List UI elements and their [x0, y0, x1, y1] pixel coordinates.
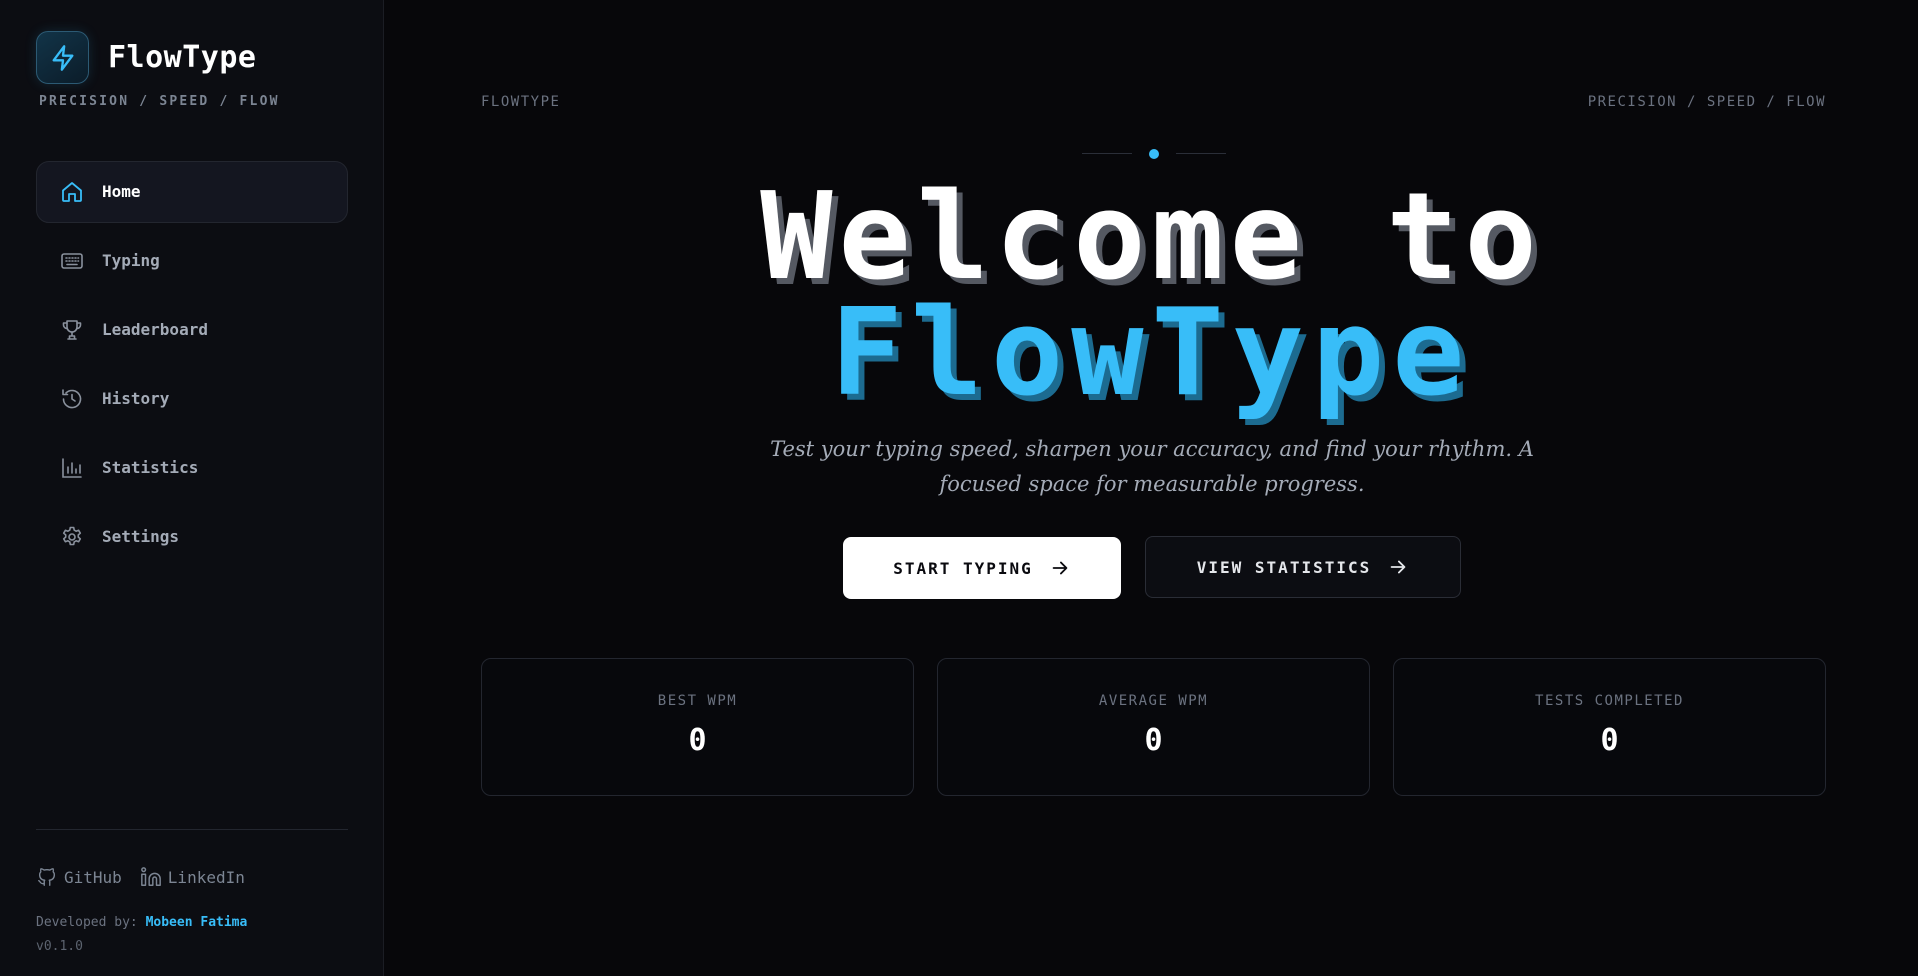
hero-title-line1: Welcome to: [760, 168, 1543, 307]
view-statistics-label: VIEW STATISTICS: [1196, 557, 1372, 577]
sidebar-item-label: Home: [102, 182, 141, 201]
linkedin-label: LinkedIn: [167, 867, 245, 887]
stat-card-tests-completed: TESTS COMPLETED 0: [1393, 658, 1826, 796]
sidebar-item-label: Settings: [102, 527, 180, 546]
stat-value: 0: [1600, 723, 1619, 758]
hero-ornament: [1082, 147, 1229, 161]
sidebar-item-settings[interactable]: Settings: [36, 506, 348, 568]
sidebar-nav: Home Typing Leaderboard History Statisti…: [36, 161, 348, 575]
top-left-label: FLOWTYPE: [481, 94, 561, 110]
github-icon: [38, 868, 56, 886]
hero-title-line2: FlowType: [830, 284, 1473, 423]
stat-card-best-wpm: BEST WPM 0: [481, 658, 914, 796]
github-link[interactable]: GitHub: [36, 866, 122, 888]
linkedin-link[interactable]: LinkedIn: [140, 866, 245, 888]
developer-prefix: Developed by:: [36, 915, 138, 930]
start-typing-button[interactable]: START TYPING: [843, 537, 1121, 599]
linkedin-icon: [140, 867, 161, 886]
arrow-right-icon: [1052, 561, 1068, 575]
stat-card-average-wpm: AVERAGE WPM 0: [937, 658, 1370, 796]
app-version: v0.1.0: [36, 939, 83, 954]
hero-subtitle: Test your typing speed, sharpen your acc…: [770, 437, 1534, 496]
stat-label: AVERAGE WPM: [1098, 693, 1209, 709]
sidebar-item-typing[interactable]: Typing: [36, 230, 348, 292]
arrow-right-icon: [1390, 560, 1406, 574]
ornament-line: [1082, 153, 1132, 154]
social-links: GitHub LinkedIn: [36, 866, 263, 888]
main-content: FLOWTYPE PRECISION / SPEED / FLOW Welcom…: [385, 0, 1918, 976]
github-label: GitHub: [64, 867, 122, 887]
sidebar-item-label: Statistics: [102, 458, 199, 477]
view-statistics-button[interactable]: VIEW STATISTICS: [1145, 536, 1461, 598]
bar-chart-icon: [62, 458, 82, 478]
stat-label: TESTS COMPLETED: [1535, 693, 1684, 709]
stat-label: BEST WPM: [657, 693, 738, 709]
brand-name: FlowType: [108, 40, 257, 75]
home-icon: [62, 182, 82, 202]
stat-value: 0: [688, 723, 707, 758]
developer-name[interactable]: Mobeen Fatima: [146, 915, 248, 930]
sidebar-item-history[interactable]: History: [36, 368, 348, 430]
lightning-bolt-icon: [36, 31, 89, 84]
gear-icon: [62, 526, 82, 546]
sidebar: FlowType PRECISION / SPEED / FLOW Home T…: [0, 0, 384, 976]
brand-tagline: PRECISION / SPEED / FLOW: [39, 94, 280, 109]
developer-credit: Developed by: Mobeen Fatima: [36, 915, 247, 930]
stat-value: 0: [1144, 723, 1163, 758]
ornament-dot: [1149, 149, 1159, 159]
brand[interactable]: FlowType: [36, 31, 257, 84]
keyboard-icon: [61, 253, 83, 269]
sidebar-item-label: Typing: [102, 251, 160, 270]
ornament-line: [1176, 153, 1226, 154]
sidebar-item-leaderboard[interactable]: Leaderboard: [36, 299, 348, 361]
sidebar-divider: [36, 829, 348, 830]
start-typing-label: START TYPING: [893, 558, 1033, 578]
sidebar-item-label: Leaderboard: [102, 320, 208, 339]
sidebar-item-home[interactable]: Home: [36, 161, 348, 223]
top-right-label: PRECISION / SPEED / FLOW: [1587, 94, 1826, 110]
history-icon: [62, 389, 82, 409]
sidebar-item-statistics[interactable]: Statistics: [36, 437, 348, 499]
sidebar-item-label: History: [102, 389, 170, 408]
trophy-icon: [62, 320, 82, 340]
